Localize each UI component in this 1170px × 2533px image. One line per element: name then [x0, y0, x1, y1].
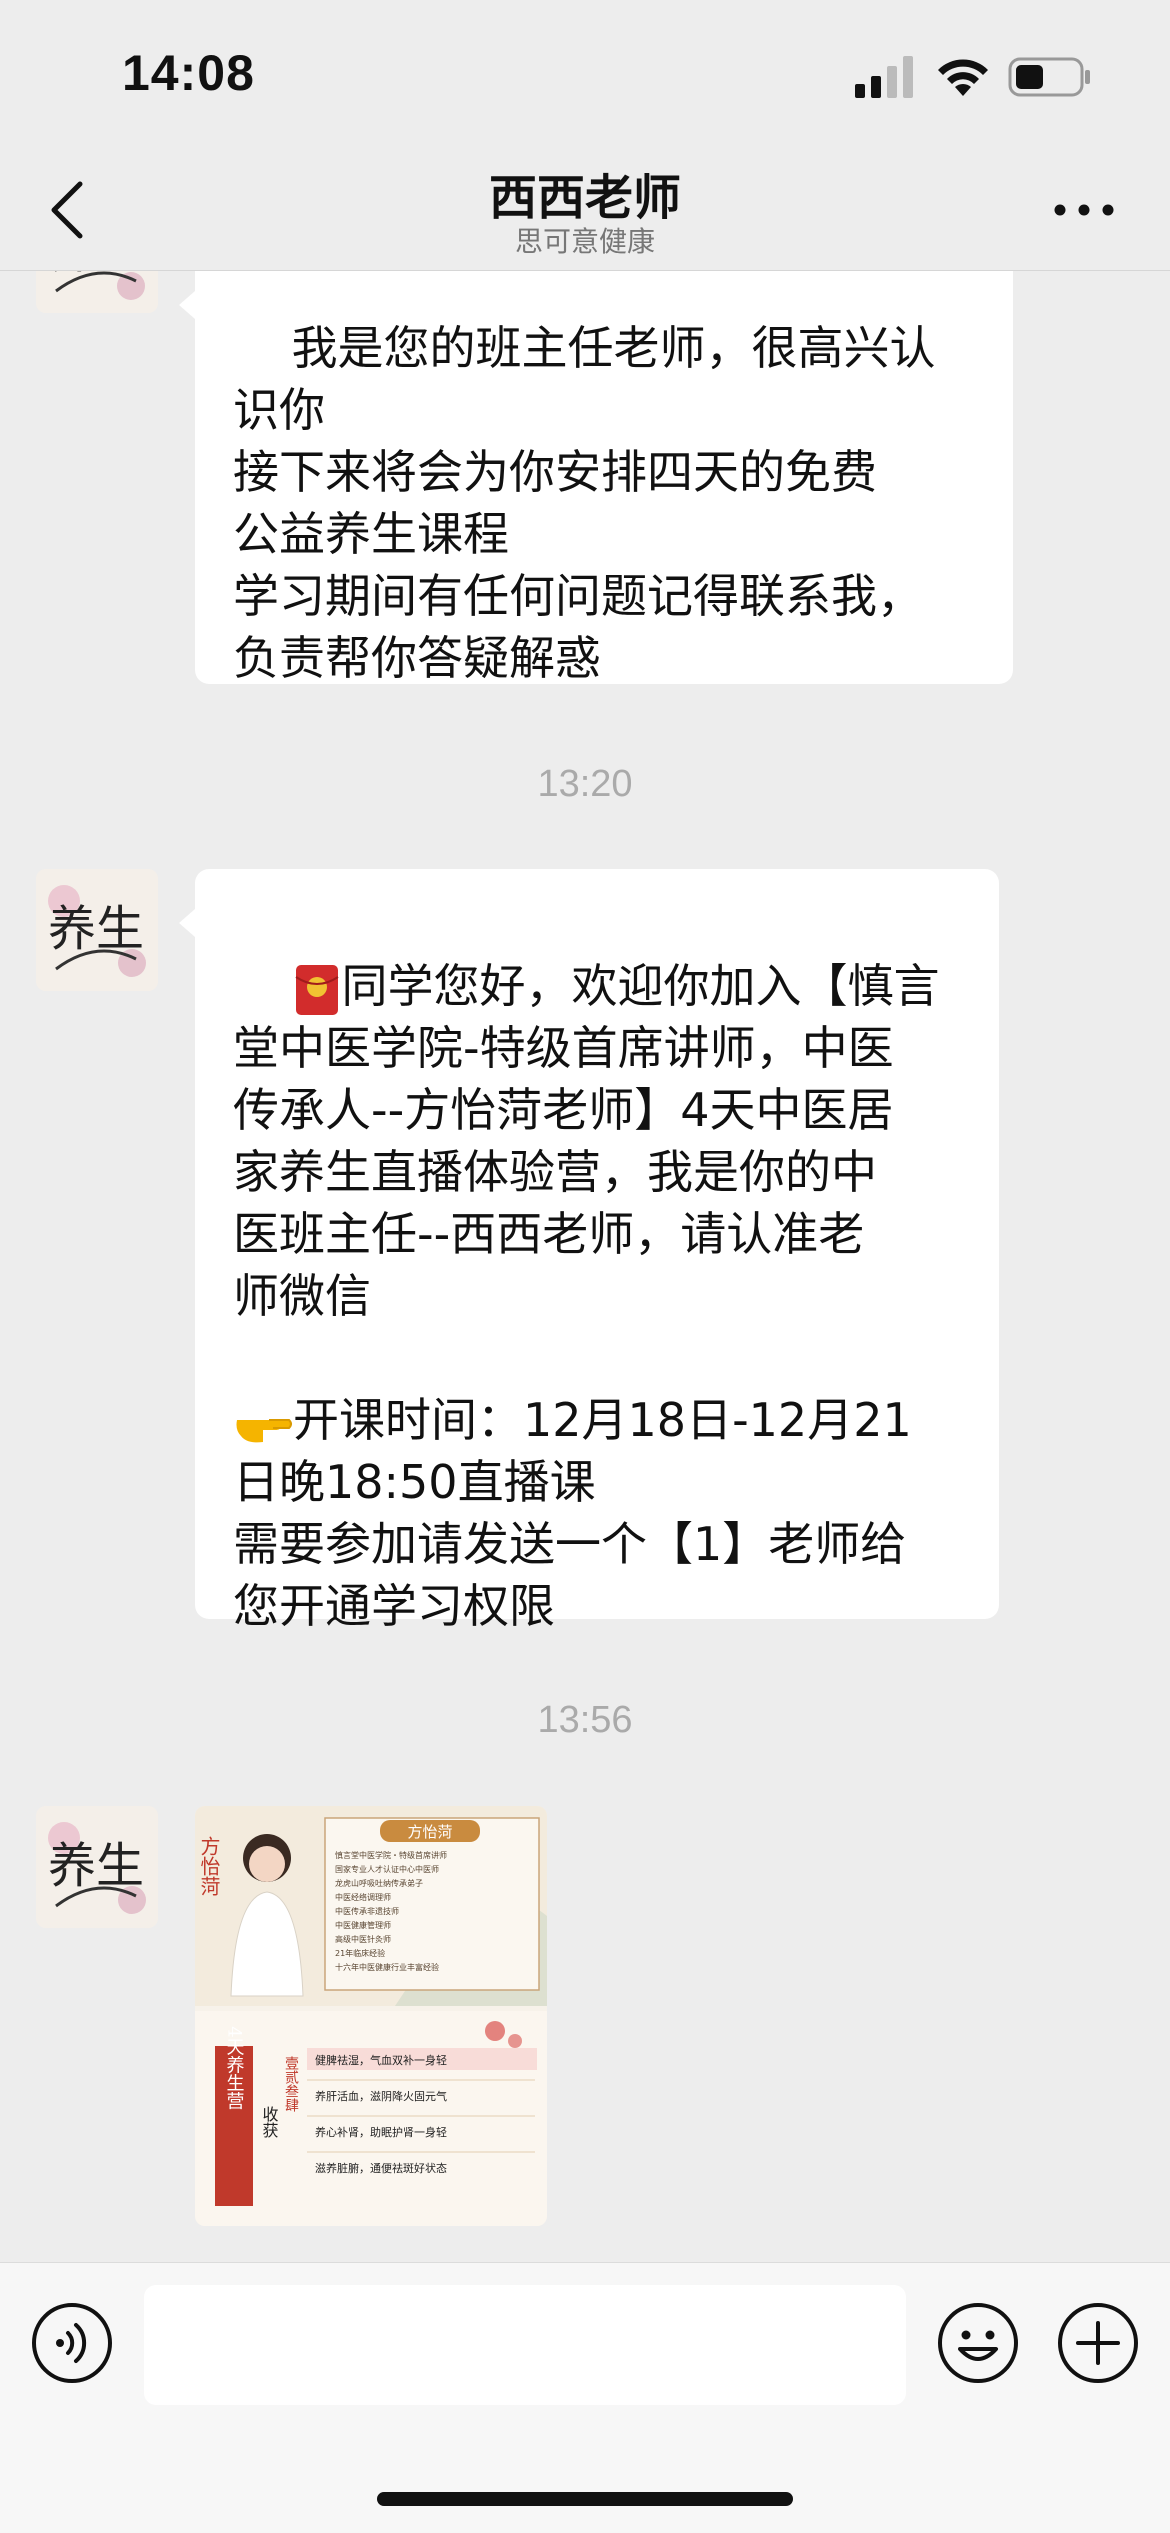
svg-text:十六年中医健康行业丰富经验: 十六年中医健康行业丰富经验: [335, 1962, 439, 1972]
red-envelope-icon: [294, 964, 339, 1015]
more-button[interactable]: [1052, 190, 1116, 230]
nav-bar: 西西老师 思可意健康: [0, 150, 1170, 271]
svg-text:滋养脏腑，通便祛斑好状态: 滋养脏腑，通便祛斑好状态: [315, 2161, 447, 2175]
svg-text:方怡菏: 方怡菏: [407, 1823, 452, 1841]
wifi-icon: [938, 59, 988, 96]
timestamp: 13:56: [537, 1699, 633, 1741]
home-indicator[interactable]: [377, 2492, 793, 2506]
svg-text:国家专业人才认证中心中医师: 国家专业人才认证中心中医师: [335, 1864, 439, 1874]
voice-button[interactable]: [30, 2301, 114, 2385]
image-message[interactable]: 方怡菏 方怡菏 慎言堂中医学院・特级首席讲师 国家专业人才认证中心中医师 龙虎山…: [195, 1806, 547, 2226]
message-input[interactable]: [144, 2285, 906, 2405]
svg-text:健脾祛湿，气血双补一身轻: 健脾祛湿，气血双补一身轻: [315, 2053, 447, 2067]
emoji-button[interactable]: [936, 2301, 1020, 2385]
svg-text:慎言堂中医学院・特级首席讲师: 慎言堂中医学院・特级首席讲师: [335, 1850, 447, 1860]
course-poster-image: 方怡菏 方怡菏 慎言堂中医学院・特级首席讲师 国家专业人才认证中心中医师 龙虎山…: [195, 1806, 547, 2226]
svg-text:21年临床经验: 21年临床经验: [335, 1948, 385, 1958]
status-bar: 14:08: [0, 0, 1170, 150]
chat-subtitle: 思可意健康: [514, 225, 655, 258]
message-bubble[interactable]: 同学您好，欢迎你加入【慎言 堂中医学院-特级首席讲师，中医 传承人--方怡菏老师…: [179, 869, 999, 1633]
message-text-2: 开课时间：12月18日-12月21 日晚18:50直播课 需要参加请发送一个【1…: [233, 1393, 912, 1633]
svg-text:4天养生营: 4天养生营: [224, 2026, 245, 2109]
svg-text:养生: 养生: [48, 1838, 144, 1894]
svg-text:方怡菏: 方怡菏: [197, 1836, 221, 1896]
signal-icon: [855, 56, 913, 98]
svg-text:龙虎山呼吸吐纳传承弟子: 龙虎山呼吸吐纳传承弟子: [335, 1878, 423, 1888]
svg-text:养肝活血，滋阴降火固元气: 养肝活血，滋阴降火固元气: [315, 2089, 447, 2103]
svg-text:中医经络调理师: 中医经络调理师: [335, 1892, 391, 1902]
chat-title: 西西老师: [488, 170, 681, 226]
svg-text:养心补肾，助眠护肾一身轻: 养心补肾，助眠护肾一身轻: [315, 2125, 447, 2139]
timestamp: 13:20: [537, 763, 633, 805]
svg-text:中医传承非遗技师: 中医传承非遗技师: [335, 1906, 399, 1916]
plus-button[interactable]: [1056, 2301, 1140, 2385]
avatar-image: 养生: [36, 271, 158, 313]
svg-text:高级中医针灸师: 高级中医针灸师: [335, 1934, 391, 1944]
svg-text:中医健康管理师: 中医健康管理师: [335, 1920, 391, 1930]
avatar-image: 养生: [36, 869, 158, 991]
avatar[interactable]: 养生: [36, 1806, 158, 1928]
svg-text:收获: 收获: [260, 2106, 279, 2139]
svg-text:壹贰叁肆: 壹贰叁肆: [283, 2056, 299, 2112]
input-bar: [0, 2262, 1170, 2533]
chat-area[interactable]: 养生 我是您的班主任老师，很高兴认 识你 接下来将会为你安排四天的免费 公益养生…: [0, 271, 1170, 2261]
avatar-text: 养生: [48, 271, 144, 279]
message-text: 我是您的班主任老师，很高兴认 识你 接下来将会为你安排四天的免费 公益养生课程 …: [233, 321, 936, 685]
status-time: 14:08: [122, 45, 255, 101]
pointing-hand-icon: [236, 1418, 292, 1442]
message-bubble[interactable]: 我是您的班主任老师，很高兴认 识你 接下来将会为你安排四天的免费 公益养生课程 …: [179, 271, 1013, 685]
battery-icon: [1008, 57, 1090, 97]
avatar[interactable]: 养生: [36, 271, 158, 313]
svg-text:养生: 养生: [48, 901, 144, 957]
avatar-image: 养生: [36, 1806, 158, 1928]
avatar[interactable]: 养生: [36, 869, 158, 991]
